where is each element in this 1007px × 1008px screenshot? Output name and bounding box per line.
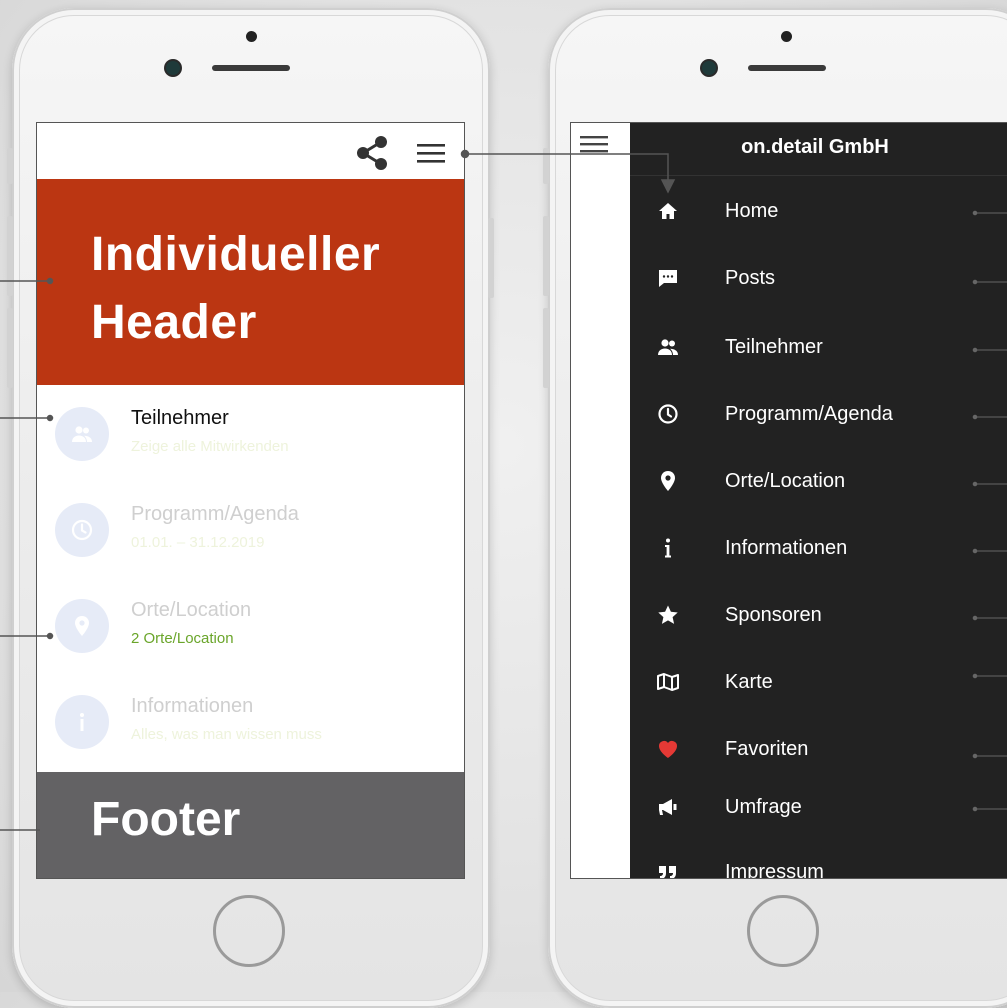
volume-up-button: [543, 216, 549, 296]
map-icon: [657, 673, 679, 691]
nav-item-label: Posts: [725, 267, 776, 289]
earpiece-speaker: [748, 65, 826, 71]
map-pin-icon: [55, 599, 109, 653]
nav-item-label: Karte: [725, 671, 773, 693]
clock-icon: [55, 503, 109, 557]
nav-item-orte[interactable]: Orte/Location: [630, 457, 1007, 505]
volume-down-button: [543, 308, 549, 388]
right-app-screen: on.detail GmbH Home Posts Teilnehmer Pro…: [571, 123, 1007, 878]
nav-item-label: Umfrage: [725, 796, 802, 818]
users-icon: [658, 339, 678, 355]
nav-item-karte[interactable]: Karte: [630, 658, 1007, 706]
list-item-title: Programm/Agenda: [131, 503, 299, 525]
power-button: [488, 218, 494, 298]
earpiece-speaker: [212, 65, 290, 71]
volume-down-button: [7, 308, 13, 388]
nav-item-label: Home: [725, 200, 779, 222]
nav-item-sponsoren[interactable]: Sponsoren: [630, 591, 1007, 639]
list-item-subtitle: Zeige alle Mitwirkenden: [131, 438, 289, 455]
hamburger-menu-icon[interactable]: [417, 141, 445, 165]
nav-item-label: Orte/Location: [725, 470, 846, 492]
nav-item-label: Impressum: [725, 861, 824, 878]
volume-up-button: [7, 216, 13, 296]
list-item-subtitle: 01.01. – 31.12.2019: [131, 534, 265, 551]
custom-header-banner: Individueller Header: [37, 179, 464, 385]
mute-switch: [7, 148, 13, 184]
nav-item-umfrage[interactable]: Umfrage: [630, 783, 1007, 831]
drawer-header: on.detail GmbH: [630, 123, 1007, 176]
nav-item-label: Favoriten: [725, 738, 809, 760]
list-item-subtitle: Alles, was man wissen muss: [131, 726, 322, 743]
nav-item-informationen[interactable]: Informationen: [630, 524, 1007, 572]
nav-item-posts[interactable]: Posts: [630, 254, 1007, 302]
proximity-sensor: [781, 31, 792, 42]
nav-item-label: Sponsoren: [725, 604, 822, 626]
map-pin-icon: [661, 471, 675, 491]
share-icon[interactable]: [355, 135, 389, 171]
header-title: Individueller Header: [91, 221, 380, 357]
home-icon: [659, 203, 677, 219]
navigation-drawer: on.detail GmbH Home Posts Teilnehmer Pro…: [630, 123, 1007, 878]
header-title-line2: Header: [91, 296, 257, 349]
list-item-title: Orte/Location: [131, 599, 252, 621]
nav-item-label: Teilnehmer: [725, 336, 823, 358]
megaphone-icon: [659, 799, 677, 815]
footer-title: Footer: [91, 793, 241, 846]
users-icon: [55, 407, 109, 461]
drawer-title: on.detail GmbH: [741, 136, 889, 158]
app-top-bar: [37, 123, 464, 179]
quote-icon: [659, 866, 676, 878]
list-item-teilnehmer[interactable]: Teilnehmer Zeige alle Mitwirkenden: [37, 385, 464, 481]
list-item-title: Teilnehmer: [131, 407, 229, 429]
nav-item-teilnehmer[interactable]: Teilnehmer: [630, 323, 1007, 371]
mute-switch: [543, 148, 549, 184]
list-item-orte[interactable]: Orte/Location 2 Orte/Location: [37, 577, 464, 673]
nav-item-label: Informationen: [725, 537, 848, 559]
list-item-programm[interactable]: Programm/Agenda 01.01. – 31.12.2019: [37, 481, 464, 577]
nav-item-favoriten[interactable]: Favoriten: [630, 725, 1007, 773]
heart-icon: [659, 741, 677, 758]
list-item-title: Informationen: [131, 695, 254, 717]
star-icon: [658, 605, 678, 624]
nav-item-home[interactable]: Home: [630, 187, 1007, 235]
front-camera: [702, 61, 716, 75]
info-icon: [55, 695, 109, 749]
nav-item-impressum[interactable]: Impressum: [630, 848, 1007, 878]
info-icon: [665, 538, 671, 558]
chat-icon: [659, 270, 677, 287]
list-item-subtitle: 2 Orte/Location: [131, 630, 234, 647]
custom-footer: Footer: [37, 772, 464, 878]
home-button[interactable]: [213, 895, 285, 967]
header-title-line1: Individueller: [91, 228, 381, 281]
proximity-sensor: [246, 31, 257, 42]
content-peek-strip: [571, 123, 630, 878]
nav-item-programm[interactable]: Programm/Agenda: [630, 390, 1007, 438]
front-camera: [166, 61, 180, 75]
nav-item-label: Programm/Agenda: [725, 403, 893, 425]
home-button[interactable]: [747, 895, 819, 967]
left-app-screen: Individueller Header Teilnehmer Zeige al…: [37, 123, 464, 878]
list-item-informationen[interactable]: Informationen Alles, was man wissen muss: [37, 673, 464, 769]
hamburger-menu-icon[interactable]: [580, 133, 608, 155]
clock-icon: [658, 404, 678, 424]
